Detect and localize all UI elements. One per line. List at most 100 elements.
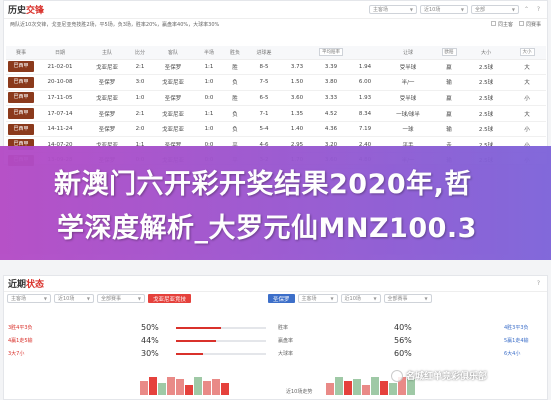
checkbox-icon — [490, 21, 496, 26]
trend-bar — [335, 377, 343, 395]
chevron-down-icon: ▼ — [460, 7, 464, 12]
checkbox-icon — [518, 21, 524, 26]
cell-result: 负 — [222, 121, 248, 138]
left-count-select[interactable]: 近10场 ▼ — [54, 294, 94, 303]
cell-ou: 2.5球 — [464, 105, 508, 122]
ou-header[interactable]: 大小 — [508, 46, 546, 60]
trend-bar — [371, 377, 379, 395]
cell-away[interactable]: 戈亚尼亚 — [150, 121, 196, 138]
table-header: 赛事 日期 主队 比分 客队 半场 胜负 进球差 平均赔率 让球 欧赔 大小 大… — [6, 46, 546, 60]
table-row[interactable]: 巴西甲 21-02-01 戈亚尼亚 2:1 圣保罗 1:1 胜 8-5 3.73 3.39 1.94… — [6, 59, 546, 76]
left-league-select[interactable]: 全部赛事 ▼ — [97, 294, 145, 303]
odds-header[interactable]: 平均赔率 — [280, 46, 382, 60]
cell-away[interactable]: 戈亚尼亚 — [150, 74, 196, 91]
right-home-away-select[interactable]: 主客场 ▼ — [297, 294, 338, 303]
help-icon[interactable]: ? — [534, 279, 543, 288]
cell-home[interactable]: 戈亚尼亚 — [84, 90, 130, 107]
history-title: 历史交锋 — [8, 6, 45, 16]
cell-result: 负 — [222, 74, 248, 91]
trend-bar — [176, 379, 184, 395]
cell-ou: 2.5球 — [464, 59, 508, 76]
history-summary-line: 两队近10次交锋，戈亚尼亚竞技胜2场，平5场，负3场，胜率20%，赢盘率40%，… — [4, 19, 547, 30]
cell-our: 大 — [508, 74, 546, 91]
cell-hcr: 赢 — [434, 90, 464, 107]
cell-away[interactable]: 戈亚尼亚 — [150, 105, 196, 122]
cell-home[interactable]: 圣保罗 — [84, 121, 130, 138]
right-count-select[interactable]: 近10场 ▼ — [340, 294, 381, 303]
headline-banner: 新澳门六开彩开奖结果2020年,哲 学深度解析_大罗元仙MNZ100.3 — [0, 146, 551, 260]
league-badge[interactable]: 巴西甲 — [8, 108, 34, 120]
league-badge[interactable]: 巴西甲 — [8, 76, 34, 88]
table-row[interactable]: 巴西甲 17-11-05 戈亚尼亚 1:0 圣保罗 0:0 胜 6-5 3.60 3.33 1.93… — [6, 90, 546, 107]
cell-score: 2:0 — [130, 121, 150, 138]
left-cover-rate: 4赢1走5输 44% — [4, 334, 272, 347]
cell-goal: 7-1 — [248, 105, 280, 122]
trend-bar — [344, 381, 352, 395]
question-icon[interactable]: ? — [534, 5, 543, 14]
cell-our: 小 — [508, 90, 546, 107]
cell-hcr: 赢 — [434, 59, 464, 76]
trend-bar — [362, 385, 370, 395]
handicap-header[interactable]: 欧赔 — [434, 46, 464, 60]
trend-label: 近10场走势 — [286, 389, 313, 395]
type-select[interactable]: 全部 ▼ — [471, 5, 519, 14]
count-select[interactable]: 近10场 ▼ — [420, 5, 468, 14]
trend-bar — [221, 383, 229, 395]
cell-home[interactable]: 戈亚尼亚 — [84, 59, 130, 76]
cell-result: 胜 — [222, 90, 248, 107]
history-panel: 历史交锋 主客场 ▼ 近10场 ▼ 全部 ▼ ⌃ ? 两队近10次交锋，戈亚尼亚竞技胜… — [3, 0, 548, 169]
chevron-down-icon: ▼ — [424, 296, 428, 301]
recent-form-toolbar: 主客场 ▼ 近10场 ▼ 全部赛事 ▼ 戈亚尼亚竞技 圣保罗 主客场 ▼ 近10场 ▼ 全… — [4, 292, 547, 305]
cell-away[interactable]: 圣保罗 — [150, 59, 196, 76]
table-row[interactable]: 巴西甲 17-07-14 圣保罗 2:1 戈亚尼亚 1:1 负 7-1 1.35 4.52 8.34… — [6, 105, 546, 122]
same-home-away-option[interactable]: 同主客 — [490, 21, 513, 28]
cell-e1: 1.50 — [280, 74, 314, 91]
cell-e1: 1.35 — [280, 105, 314, 122]
cell-half: 0:0 — [196, 90, 222, 107]
collapse-icon[interactable]: ⌃ — [522, 5, 531, 14]
cell-home[interactable]: 圣保罗 — [84, 74, 130, 91]
cell-hc: 一球 — [382, 121, 434, 138]
cell-e2: 3.80 — [314, 74, 348, 91]
same-league-option[interactable]: 同赛事 — [518, 21, 541, 28]
cell-result: 胜 — [222, 59, 248, 76]
chevron-down-icon: ▼ — [409, 7, 413, 12]
club-logo-icon — [391, 369, 403, 382]
league-badge[interactable]: 巴西甲 — [8, 123, 34, 135]
headline-line-1: 新澳门六开彩开奖结果2020年,哲 — [54, 169, 472, 200]
history-panel-header: 历史交锋 主客场 ▼ 近10场 ▼ 全部 ▼ ⌃ ? — [4, 1, 547, 19]
cell-hc: 受半球 — [382, 59, 434, 76]
trend-bar — [194, 377, 202, 395]
home-away-select[interactable]: 主客场 ▼ — [369, 5, 417, 14]
cell-goal: 5-4 — [248, 121, 280, 138]
right-team-stats: 胜率 40% 4胜3平3负 赢盘率 56% 5赢1走4输 大球率 60% 6大4… — [274, 321, 542, 360]
cell-date: 20-10-08 — [36, 74, 84, 91]
cell-e3: 1.94 — [348, 59, 382, 76]
cell-ou: 2.5球 — [464, 121, 508, 138]
chevron-down-icon: ▼ — [373, 296, 377, 301]
table-row[interactable]: 巴西甲 14-11-24 圣保罗 2:0 戈亚尼亚 1:0 负 5-4 1.40 4.36 7.19… — [6, 121, 546, 138]
league-badge[interactable]: 巴西甲 — [8, 92, 34, 104]
cell-score: 1:0 — [130, 90, 150, 107]
table-row[interactable]: 巴西甲 20-10-08 圣保罗 3:0 戈亚尼亚 1:0 负 7-5 1.50 3.80 6.00… — [6, 74, 546, 91]
trend-bar — [326, 383, 334, 395]
cell-e1: 1.40 — [280, 121, 314, 138]
chevron-down-icon: ▼ — [43, 296, 47, 301]
cell-half: 1:1 — [196, 59, 222, 76]
cell-e2: 4.36 — [314, 121, 348, 138]
cell-half: 1:1 — [196, 105, 222, 122]
cell-hcr: 输 — [434, 121, 464, 138]
trend-bar — [389, 383, 397, 395]
league-badge[interactable]: 巴西甲 — [8, 61, 34, 73]
cell-score: 2:1 — [130, 59, 150, 76]
cell-e3: 1.93 — [348, 90, 382, 107]
right-league-select[interactable]: 全部赛事 ▼ — [383, 294, 432, 303]
cell-away[interactable]: 圣保罗 — [150, 90, 196, 107]
cell-goal: 6-5 — [248, 90, 280, 107]
history-filters: 主客场 ▼ 近10场 ▼ 全部 ▼ ⌃ ? — [369, 5, 543, 14]
left-over-rate: 3大7小 30% — [4, 347, 272, 360]
trend-bar — [158, 383, 166, 395]
cell-home[interactable]: 圣保罗 — [84, 105, 130, 122]
left-home-away-select[interactable]: 主客场 ▼ — [7, 294, 51, 303]
history-summary: 两队近10次交锋，戈亚尼亚竞技胜2场，平5场，负3场，胜率20%，赢盘率40%，… — [10, 22, 220, 28]
